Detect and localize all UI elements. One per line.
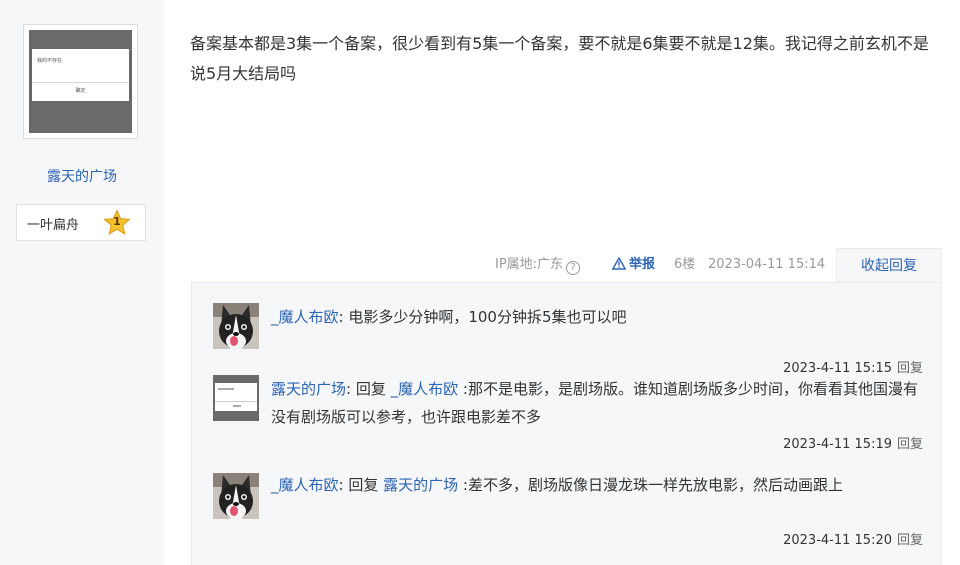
- ip-location: IP属地:广东?: [495, 248, 581, 282]
- reply-button[interactable]: 回复: [897, 437, 923, 452]
- star-level-icon: 1: [103, 209, 131, 237]
- reply-text: _魔人布欧: 回复 露天的广场 :差不多，剧场版像日漫龙珠一样先放电影，然后动画…: [271, 471, 931, 499]
- reply-time: 2023-4-11 15:19: [783, 437, 892, 452]
- mini-dialog-divider: [215, 401, 257, 402]
- reply-button[interactable]: 回复: [897, 533, 923, 548]
- reply-to-link[interactable]: 露天的广场: [383, 476, 458, 494]
- avatar-image: 我的不存在 确定: [29, 30, 132, 133]
- mini-dialog-ok: [233, 405, 241, 407]
- dialog-mini-graphic: [213, 375, 259, 421]
- level-badge[interactable]: 一叶扁舟 1: [16, 204, 146, 241]
- reply-author-link[interactable]: _魔人布欧: [271, 476, 339, 494]
- reply-author-link[interactable]: _魔人布欧: [271, 308, 339, 326]
- mini-dialog: [215, 383, 257, 411]
- fold-replies-button[interactable]: 收起回复: [836, 248, 942, 282]
- reply-word: 回复: [343, 476, 384, 494]
- husky-dog-avatar-icon[interactable]: [213, 473, 259, 519]
- author-avatar[interactable]: 我的不存在 确定: [23, 24, 138, 139]
- reply-time: 2023-4-11 15:15: [783, 361, 892, 376]
- author-sidebar: 我的不存在 确定 露天的广场 一叶扁舟 1: [0, 0, 164, 565]
- report-label: 举报: [629, 257, 656, 272]
- husky-dog-avatar-icon[interactable]: [213, 303, 259, 349]
- badge-name: 一叶扁舟: [27, 218, 80, 233]
- reply-text: 露天的广场: 回复 _魔人布欧 :那不是电影，是剧场版。谁知道剧场版多少时间，你…: [271, 375, 931, 431]
- reply-to-link[interactable]: _魔人布欧: [391, 380, 459, 398]
- floor-number: 6楼: [674, 257, 696, 272]
- author-name-link[interactable]: 露天的广场: [0, 166, 164, 186]
- avatar-dialog-text: 我的不存在: [37, 58, 63, 64]
- reply-author-link[interactable]: 露天的广场: [271, 380, 346, 398]
- reply-content: 电影多少分钟啊，100分钟拆5集也可以吧: [343, 308, 627, 326]
- warning-icon: [611, 250, 627, 284]
- post-content: 备案基本都是3集一个备案，很少看到有5集一个备案，要不就是6集要不就是12集。我…: [190, 34, 929, 83]
- reply-content: :差不多，剧场版像日漫龙珠一样先放电影，然后动画跟上: [458, 476, 843, 494]
- reply-word: 回复: [351, 380, 391, 398]
- help-icon[interactable]: ?: [566, 261, 581, 275]
- badge-level-number: 1: [113, 215, 121, 228]
- dialog-screenshot-avatar-icon[interactable]: [213, 375, 259, 421]
- ip-location-text: IP属地:广东: [495, 257, 564, 272]
- avatar-dialog-divider: [32, 82, 129, 83]
- reply-button[interactable]: 回复: [897, 361, 923, 376]
- reply-meta: 2023-4-11 15:15 回复: [783, 357, 923, 376]
- reply-panel: _魔人布欧: 电影多少分钟啊，100分钟拆5集也可以吧 2023-4-11 15…: [191, 282, 942, 565]
- avatar-dialog-ok: 确定: [75, 88, 86, 94]
- post-time: 2023-04-11 15:14: [708, 257, 826, 272]
- report-button[interactable]: 举报: [611, 248, 656, 284]
- reply-meta: 2023-4-11 15:19 回复: [783, 433, 923, 452]
- reply-time: 2023-4-11 15:20: [783, 533, 892, 548]
- avatar-dialog-graphic: 我的不存在 确定: [32, 49, 129, 101]
- reply-meta: 2023-4-11 15:20 回复: [783, 529, 923, 548]
- mini-dialog-line: [218, 388, 234, 390]
- reply-text: _魔人布欧: 电影多少分钟啊，100分钟拆5集也可以吧: [271, 303, 931, 331]
